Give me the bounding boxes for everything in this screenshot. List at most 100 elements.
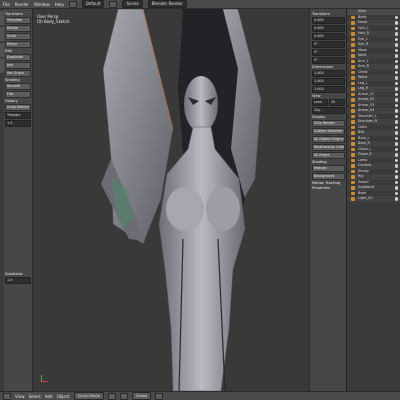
- scene-icon[interactable]: [109, 0, 118, 8]
- visibility-eye-icon[interactable]: [394, 158, 398, 162]
- display-header[interactable]: Display: [312, 115, 345, 119]
- visibility-eye-icon[interactable]: [394, 98, 398, 102]
- visibility-eye-icon[interactable]: [394, 37, 398, 41]
- menu-object[interactable]: Object: [57, 394, 70, 399]
- npanel-transform-header[interactable]: Transform: [312, 12, 345, 16]
- scene-selector[interactable]: Scene: [122, 0, 143, 8]
- screen-selector[interactable]: Default: [81, 0, 105, 8]
- scale-button[interactable]: Scale: [5, 33, 31, 40]
- transform-header[interactable]: Transform: [5, 12, 31, 16]
- shading-header[interactable]: Shading: [5, 78, 31, 82]
- smooth-button[interactable]: Smooth: [5, 83, 31, 90]
- layer-icon[interactable]: [155, 392, 164, 400]
- background-button[interactable]: Background: [312, 173, 345, 180]
- visibility-eye-icon[interactable]: [394, 21, 398, 25]
- display-option[interactable]: All Object Origins: [312, 136, 345, 143]
- tab-relations[interactable]: [0, 43, 4, 57]
- view-header[interactable]: View: [312, 94, 345, 98]
- flat-button[interactable]: Flat: [5, 91, 31, 98]
- shading-properties-header[interactable]: Shading: [312, 160, 345, 164]
- screen-layout-icon[interactable]: [68, 0, 77, 8]
- visibility-eye-icon[interactable]: [394, 43, 398, 47]
- rotation-y[interactable]: 0°: [312, 49, 345, 56]
- dimensions-header[interactable]: Dimensions: [312, 65, 345, 69]
- visibility-eye-icon[interactable]: [394, 103, 398, 107]
- display-option[interactable]: All Edges: [312, 152, 345, 159]
- visibility-eye-icon[interactable]: [394, 65, 398, 69]
- sculpt-model[interactable]: [33, 9, 309, 391]
- operator-field-value[interactable]: 1.0: [5, 120, 31, 127]
- scale-y[interactable]: 1.000: [312, 78, 345, 85]
- visibility-eye-icon[interactable]: [394, 153, 398, 157]
- visibility-eye-icon[interactable]: [394, 32, 398, 36]
- visibility-eye-icon[interactable]: [394, 26, 398, 30]
- duplicate-button[interactable]: Duplicate: [5, 54, 31, 61]
- outliner-item[interactable]: Light_02: [347, 196, 400, 202]
- undo-history-button[interactable]: Undo History: [5, 104, 31, 111]
- visibility-eye-icon[interactable]: [394, 169, 398, 173]
- operator-field-label[interactable]: Triangle: [5, 112, 31, 119]
- visibility-eye-icon[interactable]: [394, 87, 398, 91]
- visibility-eye-icon[interactable]: [394, 164, 398, 168]
- menu-window[interactable]: Window: [34, 2, 50, 7]
- visibility-eye-icon[interactable]: [394, 142, 398, 146]
- mode-selector[interactable]: Sculpt Mode: [73, 392, 104, 400]
- last-operator-header[interactable]: Subdivide: [5, 272, 31, 276]
- shading-mode-icon[interactable]: [107, 392, 116, 400]
- properties-header[interactable]: Properties: [312, 186, 345, 190]
- menu-view[interactable]: View: [15, 394, 25, 399]
- history-header[interactable]: History: [5, 99, 31, 103]
- rotation-x[interactable]: 0°: [312, 41, 345, 48]
- rotation-z[interactable]: 0°: [312, 57, 345, 64]
- lens-field[interactable]: 35: [329, 99, 345, 106]
- visibility-eye-icon[interactable]: [394, 48, 398, 52]
- render-engine-selector[interactable]: Blender Render: [147, 0, 187, 8]
- scale-z[interactable]: 1.000: [312, 86, 345, 93]
- visibility-eye-icon[interactable]: [394, 191, 398, 195]
- visibility-eye-icon[interactable]: [394, 109, 398, 113]
- visibility-eye-icon[interactable]: [394, 197, 398, 201]
- visibility-eye-icon[interactable]: [394, 175, 398, 179]
- orientation-selector[interactable]: Global: [131, 392, 152, 400]
- matcap-button[interactable]: Matcap: [312, 165, 345, 172]
- tab-tools[interactable]: [0, 11, 4, 25]
- translate-button[interactable]: Translate: [5, 17, 31, 24]
- edit-header[interactable]: Edit: [5, 49, 31, 53]
- location-x[interactable]: 0.000: [312, 17, 345, 24]
- clip-field[interactable]: Clip: [312, 107, 345, 114]
- scale-x[interactable]: 1.000: [312, 70, 345, 77]
- display-option[interactable]: Relationship Lines: [312, 144, 345, 151]
- last-operator-field[interactable]: 1.0: [5, 277, 31, 284]
- visibility-eye-icon[interactable]: [394, 70, 398, 74]
- menu-render[interactable]: Render: [15, 2, 29, 7]
- mirror-button[interactable]: Mirror: [5, 41, 31, 48]
- join-button[interactable]: Join: [5, 62, 31, 69]
- rotate-button[interactable]: Rotate: [5, 25, 31, 32]
- menu-add[interactable]: Add: [45, 394, 53, 399]
- visibility-eye-icon[interactable]: [394, 125, 398, 129]
- visibility-eye-icon[interactable]: [394, 59, 398, 63]
- menu-help[interactable]: Help: [55, 2, 64, 7]
- visibility-eye-icon[interactable]: [394, 180, 398, 184]
- display-option[interactable]: Only Render: [312, 120, 345, 127]
- tab-create[interactable]: [0, 27, 4, 41]
- display-option[interactable]: Outline Selected: [312, 128, 345, 135]
- visibility-eye-icon[interactable]: [394, 92, 398, 96]
- visibility-eye-icon[interactable]: [394, 186, 398, 190]
- set-origin-button[interactable]: Set Origin: [5, 70, 31, 77]
- visibility-eye-icon[interactable]: [394, 15, 398, 19]
- visibility-eye-icon[interactable]: [394, 81, 398, 85]
- pivot-icon[interactable]: [119, 392, 128, 400]
- visibility-eye-icon[interactable]: [394, 147, 398, 151]
- 3d-viewport[interactable]: User Persp (0) Body_Sketch: [33, 9, 309, 391]
- location-z[interactable]: 0.000: [312, 33, 345, 40]
- visibility-eye-icon[interactable]: [394, 114, 398, 118]
- visibility-eye-icon[interactable]: [394, 136, 398, 140]
- menu-select[interactable]: Select: [29, 394, 41, 399]
- editor-type-icon[interactable]: [3, 392, 11, 400]
- visibility-eye-icon[interactable]: [394, 131, 398, 135]
- menu-file[interactable]: File: [3, 2, 10, 7]
- motion-tracking-header[interactable]: Motion Tracking: [312, 181, 345, 185]
- location-y[interactable]: 0.000: [312, 25, 345, 32]
- visibility-eye-icon[interactable]: [394, 76, 398, 80]
